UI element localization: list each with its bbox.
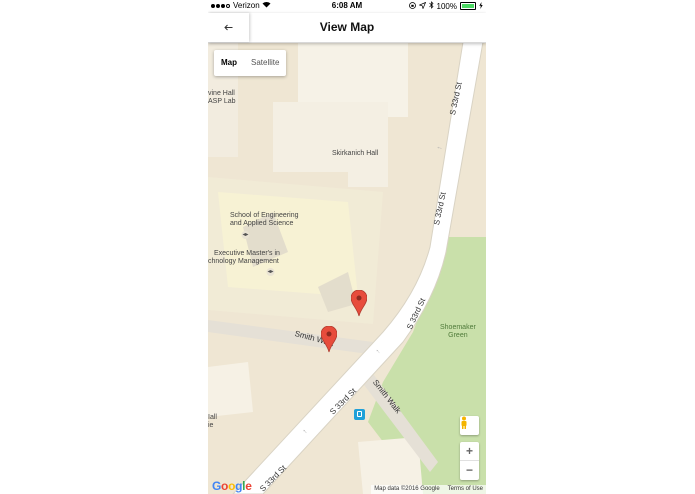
emtm-label-line2: chnology Management (208, 258, 279, 265)
battery-percent: 100% (436, 1, 457, 11)
edge-label-2: ie (208, 422, 214, 429)
edge-label-1: Iall (208, 414, 217, 421)
shoemaker-label-line1: Shoemaker (440, 324, 476, 331)
seas-label-line2: and Applied Science (230, 220, 294, 227)
map-type-map-button[interactable]: Map (214, 50, 244, 76)
levine-hall-label: vine Hall ASP Lab (208, 90, 236, 106)
terms-of-use-link[interactable]: Terms of Use (448, 485, 483, 494)
map-type-toggle: Map Satellite (214, 50, 287, 76)
map-attribution: Map data ©2016 Google Terms of Use (371, 485, 486, 494)
map-canvas: ↑ ↑ ↑ (208, 42, 486, 494)
levine-hall-label-line1: vine Hall (208, 90, 235, 97)
street-view-pegman-button[interactable] (460, 416, 479, 435)
skirkanich-hall-label: Skirkanich Hall (332, 150, 379, 157)
status-right: 100% (408, 1, 483, 11)
shoemaker-label-line2: Green (448, 332, 468, 339)
status-bar: Verizon 6:08 AM 100% (208, 0, 486, 13)
phone-screen: Verizon 6:08 AM 100% View Map ↑ ↑ ↑ Map … (208, 0, 486, 494)
battery-icon (460, 2, 476, 10)
zoom-in-button[interactable]: + (460, 442, 479, 461)
map-view[interactable]: ↑ ↑ ↑ Map Satellite vine Hall ASP Lab Sk… (208, 42, 486, 494)
seas-label-line1: School of Engineering (230, 212, 299, 219)
map-data-credit: Map data ©2016 Google (374, 486, 440, 492)
zoom-out-button[interactable]: − (460, 461, 479, 480)
building-lower-left (208, 362, 253, 417)
pegman-icon (461, 416, 467, 429)
emtm-label: Executive Master's in chnology Managemen… (208, 250, 280, 266)
bluetooth-icon (428, 1, 434, 11)
google-logo: Google (212, 479, 252, 493)
levine-hall-label-line2: ASP Lab (208, 98, 236, 105)
seas-label: School of Engineering and Applied Scienc… (230, 212, 299, 228)
google-logo-letter: G (212, 479, 222, 493)
charging-icon (479, 1, 483, 11)
page-title: View Map (319, 20, 375, 34)
location-arrow-icon (417, 1, 426, 11)
lock-rotation-icon (408, 1, 416, 11)
zoom-controls: + − (460, 442, 479, 480)
transit-stop-icon[interactable] (354, 409, 365, 420)
emtm-label-line1: Executive Master's in (214, 250, 280, 257)
shoemaker-green-label: Shoemaker Green (440, 324, 476, 340)
navigation-bar: View Map (208, 13, 486, 43)
map-type-satellite-button[interactable]: Satellite (244, 50, 286, 76)
google-logo-letter: e (245, 479, 252, 493)
